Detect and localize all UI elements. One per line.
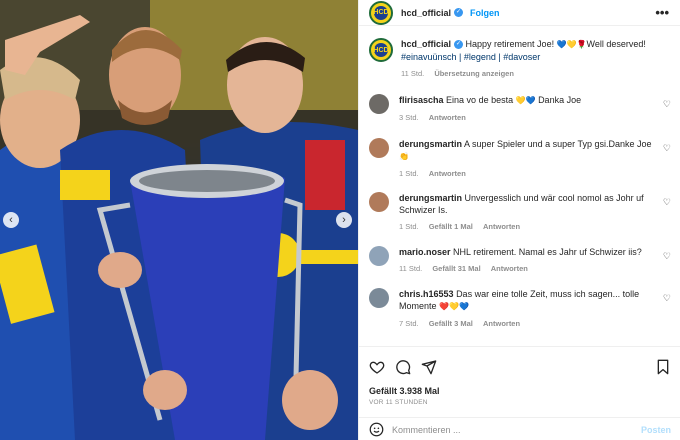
reply-link[interactable]: Antworten [483,222,520,231]
caption-time: 11 Std. [401,69,425,78]
comment-body: mario.noser NHL retirement. Namal es Jah… [399,246,654,275]
verified-badge-icon: ✓ [454,8,464,17]
translate-link[interactable]: Übersetzung anzeigen [434,69,514,78]
comment-text: A super Spieler und a super Typ gsi.Dank… [464,139,652,149]
caption-avatar[interactable]: HCD [369,38,393,62]
post-timestamp: VOR 11 STUNDEN [369,399,428,406]
comment-username[interactable]: mario.noser [399,247,451,257]
reply-link[interactable]: Antworten [429,113,466,122]
comment-username[interactable]: flirisascha [399,95,444,105]
commenter-avatar[interactable] [369,288,389,308]
comment-item: mario.noser NHL retirement. Namal es Jah… [369,246,671,275]
comments-list[interactable]: HCD hcd_official ✓ Happy retirement Joe! … [359,30,680,346]
comment-like-count[interactable]: Gefällt 1 Mal [429,222,473,231]
comment-meta: 1 Std. Gefällt 1 Mal Antworten [399,221,654,233]
emoji-smiley-icon[interactable] [369,422,384,437]
comment-meta: 11 Std. Gefällt 31 Mal Antworten [399,263,654,275]
comment-emojis: ❤️💛💙 [439,302,469,311]
comment-time: 3 Std. [399,113,419,122]
caption-hashtags[interactable]: #einavuünsch | #legend | #davoser [401,52,540,62]
comment-username[interactable]: chris.h16553 [399,289,454,299]
reply-link[interactable]: Antworten [483,319,520,328]
comment-text: NHL retirement. Namal es Jahr uf Schwize… [453,247,642,257]
comment-time: 1 Std. [399,169,419,178]
like-heart-icon[interactable] [369,359,385,375]
post-detail-pane: HCD hcd_official ✓ Folgen ••• HCD hcd_of… [358,0,680,440]
follow-button[interactable]: Folgen [470,8,500,18]
comment-username[interactable]: derungsmartin [399,139,462,149]
reply-link[interactable]: Antworten [491,264,528,273]
caption-body: hcd_official ✓ Happy retirement Joe! 💙💛🌹W… [401,38,671,86]
like-comment-heart-icon[interactable]: ♡ [663,197,671,208]
commenter-avatar[interactable] [369,94,389,114]
commenter-avatar[interactable] [369,192,389,212]
account-avatar[interactable]: HCD [369,0,393,25]
post-caption: HCD hcd_official ✓ Happy retirement Joe! … [359,30,680,86]
like-comment-heart-icon[interactable]: ♡ [663,143,671,154]
comment-like-count[interactable]: Gefällt 31 Mal [432,264,480,273]
comment-emojis: 💛💙 [515,96,536,105]
comment-text-2: Danka Joe [538,95,582,105]
photo-illustration [0,0,358,440]
comment-meta: 1 Std. Antworten [399,168,654,180]
chevron-right-icon: › [342,214,346,226]
verified-badge-icon: ✓ [454,40,464,50]
comment-username[interactable]: derungsmartin [399,193,462,203]
comment-like-count[interactable]: Gefällt 3 Mal [429,319,473,328]
comment-body: derungsmartin A super Spieler und a supe… [399,138,654,180]
post-comment-button[interactable]: Posten [641,425,671,435]
comment-item: chris.h16553 Das war eine tolle Zeit, mu… [369,288,671,330]
account-username[interactable]: hcd_official [401,8,451,18]
comment-meta: 3 Std. Antworten [399,112,654,124]
comment-body: derungsmartin Unvergesslich und wär cool… [399,192,654,233]
comment-item: flirisascha Eina vo de besta 💛💙 Danka Jo… [369,94,671,124]
caption-username[interactable]: hcd_official [401,39,451,49]
like-comment-heart-icon[interactable]: ♡ [663,99,671,110]
hcd-logo-icon: HCD [373,43,389,57]
comment-body: flirisascha Eina vo de besta 💛💙 Danka Jo… [399,94,654,124]
next-image-button[interactable]: › [336,212,352,228]
commenter-avatar[interactable] [369,246,389,266]
comment-item: derungsmartin A super Spieler und a supe… [369,138,671,180]
comment-emojis: 👏 [399,152,409,161]
comment-bar: Posten [359,417,680,440]
comment-time: 11 Std. [399,264,423,273]
bookmark-save-icon[interactable] [655,359,671,375]
comment-text: Eina vo de besta [446,95,514,105]
like-count[interactable]: Gefällt 3.938 Mal [369,386,440,396]
caption-meta: 11 Std. Übersetzung anzeigen [401,68,671,80]
commenter-avatar[interactable] [369,138,389,158]
caption-text-2: Well deserved! [586,39,646,49]
comment-body: chris.h16553 Das war eine tolle Zeit, mu… [399,288,654,330]
share-send-icon[interactable] [421,359,437,375]
post-footer: Gefällt 3.938 Mal VOR 11 STUNDEN Posten [359,346,680,440]
like-comment-heart-icon[interactable]: ♡ [663,293,671,304]
more-options-icon[interactable]: ••• [655,5,669,20]
previous-image-button[interactable]: ‹ [3,212,19,228]
comment-time: 1 Std. [399,222,419,231]
post-photo: ‹ › [0,0,358,440]
comment-time: 7 Std. [399,319,419,328]
post-header: HCD hcd_official ✓ Folgen ••• [359,0,680,26]
comment-item: derungsmartin Unvergesslich und wär cool… [369,192,671,233]
like-comment-heart-icon[interactable]: ♡ [663,251,671,262]
comment-bubble-icon[interactable] [395,359,411,375]
caption-emojis: 💙💛🌹 [556,40,587,49]
reply-link[interactable]: Antworten [429,169,466,178]
caption-text: Happy retirement Joe! [465,39,555,49]
comment-meta: 7 Std. Gefällt 3 Mal Antworten [399,318,654,330]
hcd-logo-icon: HCD [373,5,389,20]
chevron-left-icon: ‹ [9,214,13,226]
comment-input[interactable] [392,424,622,435]
